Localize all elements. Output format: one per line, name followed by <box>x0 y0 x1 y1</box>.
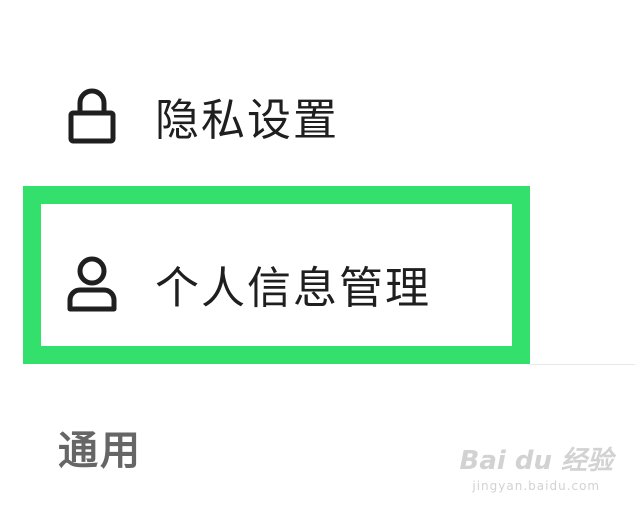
watermark-url: jingyan.baidu.com <box>472 479 601 493</box>
lock-icon <box>64 86 120 146</box>
divider <box>530 364 635 365</box>
baidu-jingyan-watermark: Bai du 经验 jingyan.baidu.com <box>460 440 614 493</box>
privacy-settings-item[interactable]: 隐私设置 <box>0 78 635 154</box>
watermark-brand: Bai du 经验 <box>459 446 614 476</box>
personal-info-management-label: 个人信息管理 <box>155 263 431 314</box>
privacy-settings-label: 隐私设置 <box>155 95 339 146</box>
personal-info-management-item[interactable]: 个人信息管理 <box>0 246 500 322</box>
general-section-header: 通用 <box>58 428 142 474</box>
settings-screen: 隐私设置 个人信息管理 通用 Bai du 经验 jingyan.baidu.c… <box>0 0 635 509</box>
person-icon <box>64 254 120 314</box>
